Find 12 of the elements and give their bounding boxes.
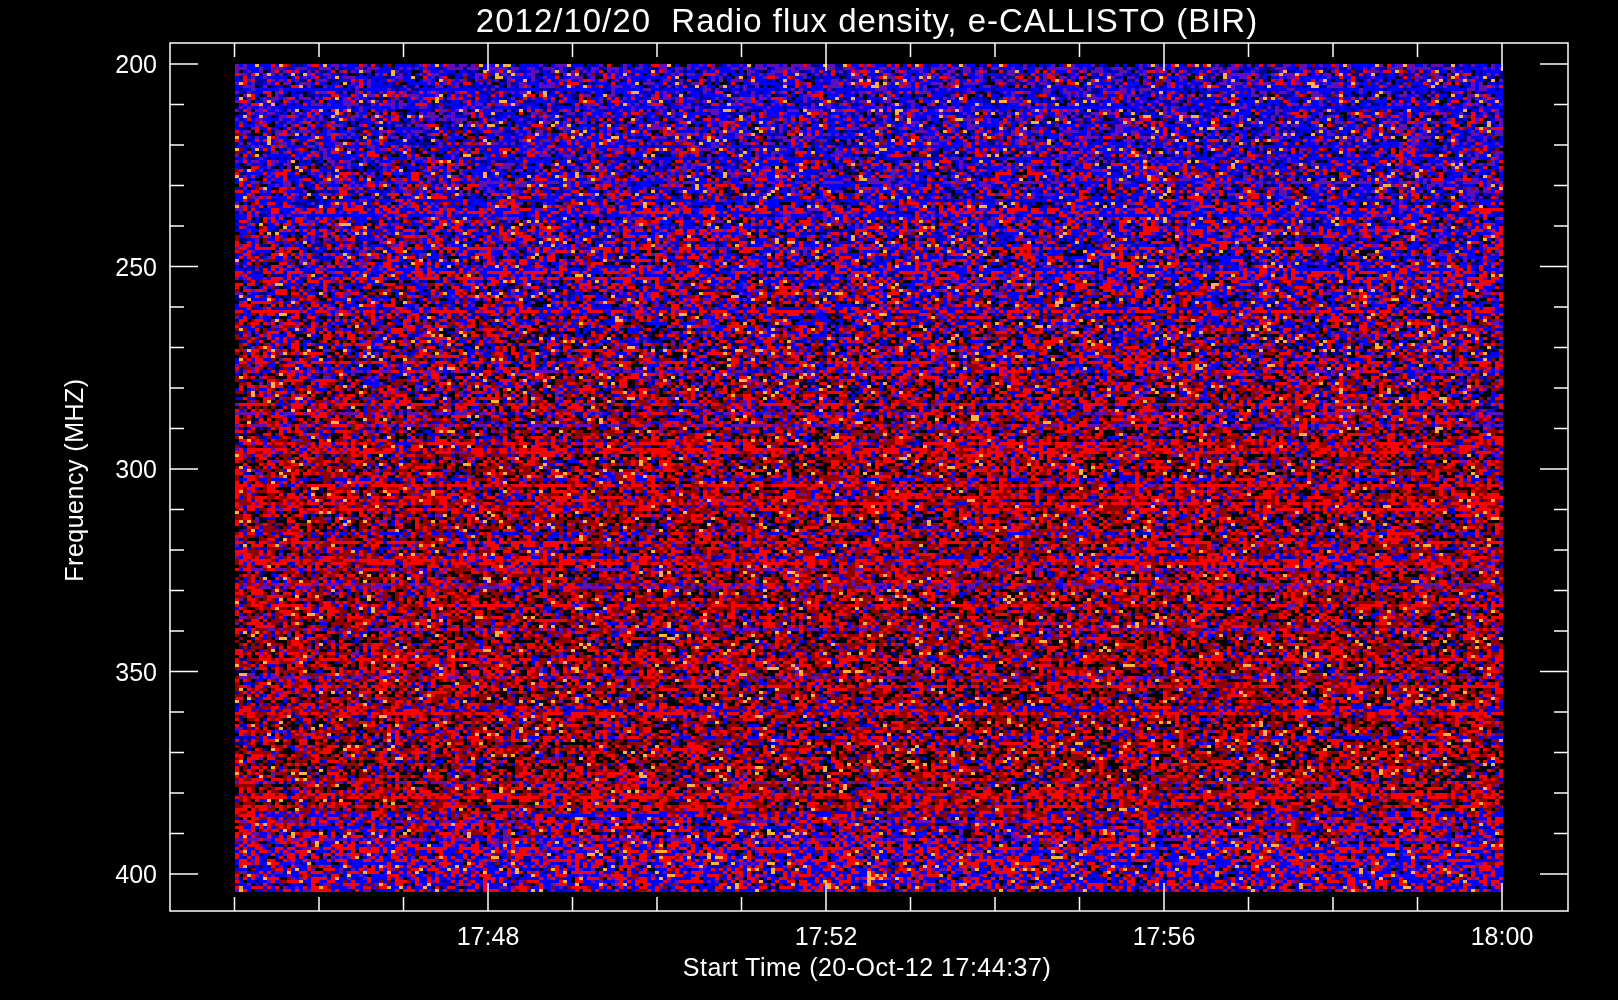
chart-title: 2012/10/20 Radio flux density, e-CALLISTO (BIR) — [475, 2, 1259, 39]
tick-label: 400 — [115, 860, 157, 888]
axis-label: Start Time (20-Oct-12 17:44:37) — [682, 953, 1052, 981]
tick-label: 200 — [115, 50, 157, 78]
tick-label: 17:56 — [1132, 922, 1196, 950]
tick-label: 350 — [115, 657, 157, 686]
tick-label: 250 — [115, 252, 157, 281]
axis-label: Frequency (MHZ) — [60, 378, 88, 582]
tick-label: 17:52 — [794, 922, 858, 950]
tick-label: 18:00 — [1470, 922, 1534, 950]
tick-label: 300 — [115, 455, 157, 483]
tick-label: 17:48 — [456, 922, 520, 950]
